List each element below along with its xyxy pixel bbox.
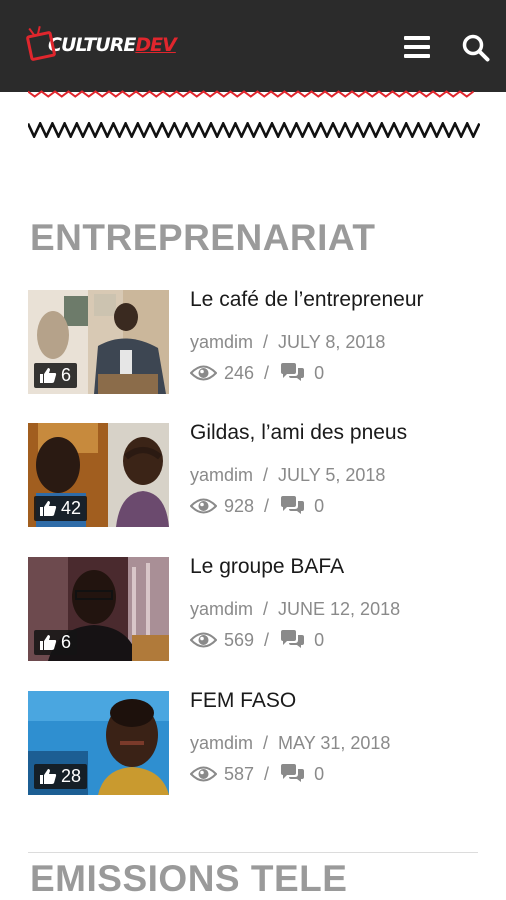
thumbs-up-icon xyxy=(40,368,57,383)
meta-separator: / xyxy=(263,465,269,485)
hamburger-menu-icon[interactable] xyxy=(404,36,432,58)
video-thumbnail[interactable]: 6 xyxy=(28,557,169,661)
logo-text: CULTUREDEV xyxy=(48,34,177,56)
meta-separator: / xyxy=(264,495,270,516)
post-meta: yamdim / JULY 8, 2018 xyxy=(190,332,385,353)
list-item: 6 Le café de l’entrepreneur yamdim / JULY … xyxy=(28,288,488,396)
comments-count: 0 xyxy=(314,763,325,784)
list-item: 42 Gildas, l’ami des pneus yamdim / JULY 5… xyxy=(28,421,488,529)
likes-badge: 6 xyxy=(34,630,78,655)
eye-icon xyxy=(190,766,217,782)
post-stats: 928 / 0 xyxy=(190,495,324,517)
likes-badge: 28 xyxy=(34,764,88,789)
post-meta: yamdim / JUNE 12, 2018 xyxy=(190,599,400,620)
list-item: 6 Le groupe BAFA yamdim / JUNE 12, 2018 56… xyxy=(28,555,488,663)
thumbs-up-icon xyxy=(40,769,57,784)
meta-separator: / xyxy=(264,362,270,383)
likes-count: 6 xyxy=(61,632,72,652)
meta-separator: / xyxy=(263,332,269,352)
comments-icon xyxy=(281,363,305,381)
eye-icon xyxy=(190,632,217,648)
video-thumbnail[interactable]: 42 xyxy=(28,423,169,527)
post-stats: 569 / 0 xyxy=(190,629,324,651)
meta-separator: / xyxy=(264,629,270,650)
black-zigzag-divider xyxy=(28,122,480,138)
views-count: 928 xyxy=(224,495,255,516)
post-title[interactable]: FEM FASO xyxy=(190,689,296,713)
top-navigation-bar: CULTUREDEV xyxy=(0,0,506,92)
meta-separator: / xyxy=(263,733,269,753)
section-title-emissions-tele: EMISSIONS TELE xyxy=(30,858,348,899)
likes-badge: 6 xyxy=(34,363,78,388)
post-author[interactable]: yamdim xyxy=(190,599,253,619)
post-meta: yamdim / JULY 5, 2018 xyxy=(190,465,385,486)
eye-icon xyxy=(190,365,217,381)
post-author[interactable]: yamdim xyxy=(190,465,253,485)
likes-badge: 42 xyxy=(34,496,88,521)
section-title-entreprenariat: ENTREPRENARIAT xyxy=(30,217,376,258)
meta-separator: / xyxy=(264,763,270,784)
eye-icon xyxy=(190,498,217,514)
post-date: MAY 31, 2018 xyxy=(278,733,391,753)
likes-count: 42 xyxy=(61,498,82,518)
video-thumbnail[interactable]: 6 xyxy=(28,290,169,394)
post-stats: 246 / 0 xyxy=(190,362,324,384)
comments-icon xyxy=(281,630,305,648)
post-title[interactable]: Le groupe BAFA xyxy=(190,555,344,579)
post-title[interactable]: Gildas, l’ami des pneus xyxy=(190,421,407,445)
section-divider xyxy=(28,852,478,853)
thumbs-up-icon xyxy=(40,501,57,516)
post-date: JULY 5, 2018 xyxy=(278,465,386,485)
meta-separator: / xyxy=(263,599,269,619)
likes-count: 28 xyxy=(61,766,82,786)
comments-count: 0 xyxy=(314,495,325,516)
post-meta: yamdim / MAY 31, 2018 xyxy=(190,733,390,754)
tv-logo-icon xyxy=(25,30,57,62)
video-thumbnail[interactable]: 28 xyxy=(28,691,169,795)
post-author[interactable]: yamdim xyxy=(190,332,253,352)
list-item: 28 FEM FASO yamdim / MAY 31, 2018 587 / 0 xyxy=(28,689,488,797)
post-date: JUNE 12, 2018 xyxy=(278,599,401,619)
site-logo[interactable]: CULTUREDEV xyxy=(25,28,177,62)
red-zigzag-divider xyxy=(28,90,475,98)
post-date: JULY 8, 2018 xyxy=(278,332,386,352)
search-icon[interactable] xyxy=(461,33,491,63)
comments-icon xyxy=(281,764,305,782)
comments-icon xyxy=(281,496,305,514)
post-author[interactable]: yamdim xyxy=(190,733,253,753)
views-count: 569 xyxy=(224,629,255,650)
post-title[interactable]: Le café de l’entrepreneur xyxy=(190,288,424,312)
likes-count: 6 xyxy=(61,365,72,385)
comments-count: 0 xyxy=(314,362,325,383)
thumbs-up-icon xyxy=(40,635,57,650)
comments-count: 0 xyxy=(314,629,325,650)
views-count: 246 xyxy=(224,362,255,383)
post-stats: 587 / 0 xyxy=(190,763,324,785)
views-count: 587 xyxy=(224,763,255,784)
